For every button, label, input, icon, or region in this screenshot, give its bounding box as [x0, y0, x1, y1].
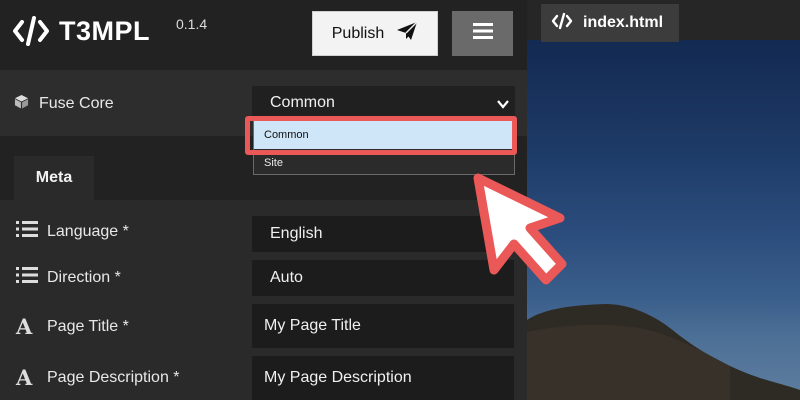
page-description-value: My Page Description	[264, 369, 412, 386]
field-label-text: Page Description *	[47, 368, 180, 386]
direction-value: Auto	[270, 269, 303, 286]
tab-index-html[interactable]: index.html	[541, 4, 679, 42]
core-label: Fuse Core	[14, 94, 114, 114]
app-title: T3MPL	[59, 15, 151, 46]
field-label-text: Language *	[47, 222, 129, 240]
language-value: English	[270, 225, 323, 242]
field-label-page-description: A Page Description *	[16, 365, 180, 390]
tab-meta-label: Meta	[35, 169, 73, 186]
core-select[interactable]: Common	[252, 86, 515, 119]
code-icon	[551, 12, 573, 35]
page-title-value: My Page Title	[264, 317, 361, 334]
field-label-language: Language *	[16, 220, 129, 243]
page-description-input[interactable]: My Page Description	[252, 356, 514, 400]
page-title-input[interactable]: My Page Title	[252, 304, 514, 348]
tab-meta[interactable]: Meta	[14, 156, 94, 200]
publish-label: Publish	[331, 24, 385, 42]
app-logo: T3MPL	[12, 14, 150, 48]
list-icon	[16, 266, 38, 289]
cube-icon	[14, 94, 29, 114]
pointer-cursor-icon	[473, 173, 567, 285]
core-label-text: Fuse Core	[39, 95, 114, 112]
publish-button[interactable]: Publish	[312, 11, 438, 56]
paper-plane-icon	[396, 21, 418, 46]
highlight-box	[245, 116, 517, 155]
text-a-icon: A	[16, 314, 33, 339]
menu-button[interactable]	[452, 11, 513, 56]
text-a-icon: A	[16, 365, 33, 390]
field-label-text: Direction *	[47, 268, 121, 286]
code-icon	[12, 14, 50, 48]
hamburger-icon	[472, 23, 493, 44]
app-version: 0.1.4	[176, 16, 208, 32]
list-icon	[16, 220, 38, 243]
field-label-direction: Direction *	[16, 266, 121, 289]
field-label-text: Page Title *	[47, 317, 129, 335]
dropdown-option-label: Site	[264, 157, 283, 169]
core-select-value: Common	[270, 93, 335, 111]
tab-index-html-label: index.html	[583, 14, 664, 31]
chevron-down-icon	[497, 96, 509, 114]
field-label-page-title: A Page Title *	[16, 314, 129, 339]
